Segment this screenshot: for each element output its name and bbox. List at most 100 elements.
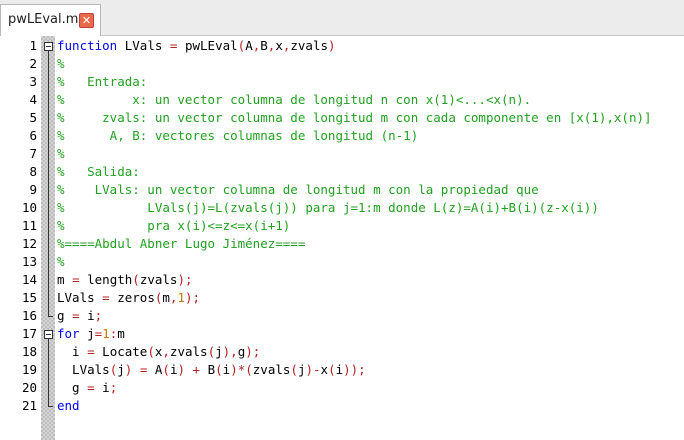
line-number: 7 bbox=[29, 146, 37, 161]
line-number: 8 bbox=[29, 164, 37, 179]
fold-end-marker bbox=[48, 406, 53, 407]
tab-pwleval[interactable]: pwLEval.m ✕ bbox=[0, 4, 101, 36]
code-token: % x: un vector columna de longitud n con… bbox=[57, 92, 532, 107]
code-token: ( bbox=[147, 344, 155, 359]
code-token: % LVals: un vector columna de longitud m… bbox=[57, 182, 539, 197]
code-token: i bbox=[57, 344, 88, 359]
fold-toggle-icon[interactable] bbox=[44, 330, 53, 339]
code-token: )*( bbox=[230, 362, 253, 377]
code-editor[interactable]: 1 2 3 4 5 6 7 8 9 10 11 12 13 14 15 16 17 18 19 20 21 functi… bbox=[0, 36, 684, 440]
code-token: 1 bbox=[102, 326, 110, 341]
line-number-gutter: 1 2 3 4 5 6 7 8 9 10 11 12 13 14 15 16 17 18 19 20 21 bbox=[0, 36, 41, 440]
code-token: % bbox=[57, 254, 65, 269]
code-token: m bbox=[117, 326, 125, 341]
code-line: % LVals(j)=L(zvals(j)) para j=1:m donde … bbox=[57, 199, 599, 217]
code-token: length bbox=[79, 272, 133, 287]
code-line: % x: un vector columna de longitud n con… bbox=[57, 91, 531, 109]
code-line: LVals(j) = A(i) + B(i)*(zvals(j)-x(i)); bbox=[57, 361, 366, 379]
code-token: function bbox=[57, 38, 118, 53]
code-line: %====Abdul Abner Lugo Jiménez==== bbox=[57, 235, 305, 253]
line-number: 1 bbox=[29, 38, 37, 53]
code-token: zeros bbox=[109, 290, 155, 305]
code-token: ) bbox=[328, 38, 336, 53]
line-number: 19 bbox=[21, 362, 37, 377]
code-token: B bbox=[200, 362, 216, 377]
code-token: ); bbox=[177, 272, 193, 287]
fold-guide bbox=[48, 51, 49, 316]
code-token: % A, B: vectores columnas de longitud (n… bbox=[57, 128, 419, 143]
fold-toggle-icon[interactable] bbox=[44, 42, 53, 51]
code-token: g bbox=[57, 380, 88, 395]
code-token: = bbox=[72, 272, 80, 287]
code-token: LVals bbox=[57, 290, 103, 305]
code-token: = bbox=[87, 344, 95, 359]
code-token: ; bbox=[94, 308, 103, 323]
code-area[interactable]: function LVals = pwLEval(A,B,x,zvals)% % … bbox=[57, 36, 684, 440]
line-number: 6 bbox=[29, 128, 37, 143]
code-line: % bbox=[57, 55, 65, 73]
code-token: zvals bbox=[252, 362, 291, 377]
code-token: pwLEval bbox=[177, 38, 238, 53]
line-number: 10 bbox=[21, 200, 37, 215]
close-tab-icon[interactable]: ✕ bbox=[79, 13, 94, 28]
line-number: 13 bbox=[21, 254, 37, 269]
code-token: ( bbox=[290, 362, 298, 377]
line-number: 21 bbox=[21, 398, 37, 413]
code-token: ( bbox=[215, 362, 223, 377]
code-line: % bbox=[57, 145, 65, 163]
code-token: ); bbox=[245, 344, 261, 359]
line-number: 9 bbox=[29, 182, 37, 197]
code-token: x bbox=[320, 362, 329, 377]
line-number: 11 bbox=[21, 218, 37, 233]
code-line: % A, B: vectores columnas de longitud (n… bbox=[57, 127, 418, 145]
code-token: ); bbox=[184, 290, 201, 305]
code-token: = bbox=[102, 290, 110, 305]
code-token: % bbox=[57, 56, 65, 71]
code-token: ), bbox=[222, 344, 238, 359]
fold-guide bbox=[48, 339, 49, 406]
code-line: m = length(zvals); bbox=[57, 271, 193, 289]
code-token: = bbox=[72, 308, 80, 323]
code-token: A bbox=[147, 362, 163, 377]
code-token: % Entrada: bbox=[57, 74, 148, 89]
code-token: end bbox=[57, 398, 80, 413]
code-token: 1 bbox=[177, 290, 185, 305]
code-token: for bbox=[57, 326, 80, 341]
line-number: 12 bbox=[21, 236, 37, 251]
code-token: j bbox=[215, 344, 223, 359]
code-line: % zvals: un vector columna de longitud m… bbox=[57, 109, 652, 127]
code-token: m bbox=[162, 290, 170, 305]
code-token: ( bbox=[132, 272, 140, 287]
code-token: A bbox=[245, 38, 253, 53]
line-number: 5 bbox=[29, 110, 37, 125]
code-token: LVals bbox=[117, 38, 170, 53]
line-number: 18 bbox=[21, 344, 37, 359]
code-line: g = i; bbox=[57, 307, 102, 325]
code-line: % pra x(i)<=z<=x(i+1) bbox=[57, 217, 290, 235]
code-token: x bbox=[275, 38, 283, 53]
line-number: 20 bbox=[21, 380, 37, 395]
code-token: zvals bbox=[290, 38, 329, 53]
code-token: %====Abdul Abner Lugo Jiménez==== bbox=[57, 236, 306, 251]
code-token: i bbox=[79, 308, 95, 323]
line-number: 16 bbox=[21, 308, 37, 323]
line-number: 17 bbox=[21, 326, 37, 341]
code-token: B bbox=[260, 38, 268, 53]
code-token: % pra x(i)<=z<=x(i+1) bbox=[57, 218, 291, 233]
code-token: ( bbox=[207, 344, 216, 359]
code-token: Locate bbox=[94, 344, 148, 359]
code-line: % Salida: bbox=[57, 163, 140, 181]
tab-bar: pwLEval.m ✕ bbox=[0, 0, 684, 36]
code-line: % bbox=[57, 253, 65, 271]
code-token: % Salida: bbox=[57, 164, 140, 179]
code-line: for j=1:m bbox=[57, 325, 125, 343]
code-token: g bbox=[57, 308, 73, 323]
code-token: j bbox=[117, 362, 125, 377]
line-number: 4 bbox=[29, 92, 37, 107]
code-token: zvals bbox=[139, 272, 178, 287]
code-line: % Entrada: bbox=[57, 73, 147, 91]
code-token: , bbox=[162, 344, 170, 359]
line-number: 3 bbox=[29, 74, 37, 89]
code-line: LVals = zeros(m,1); bbox=[57, 289, 200, 307]
